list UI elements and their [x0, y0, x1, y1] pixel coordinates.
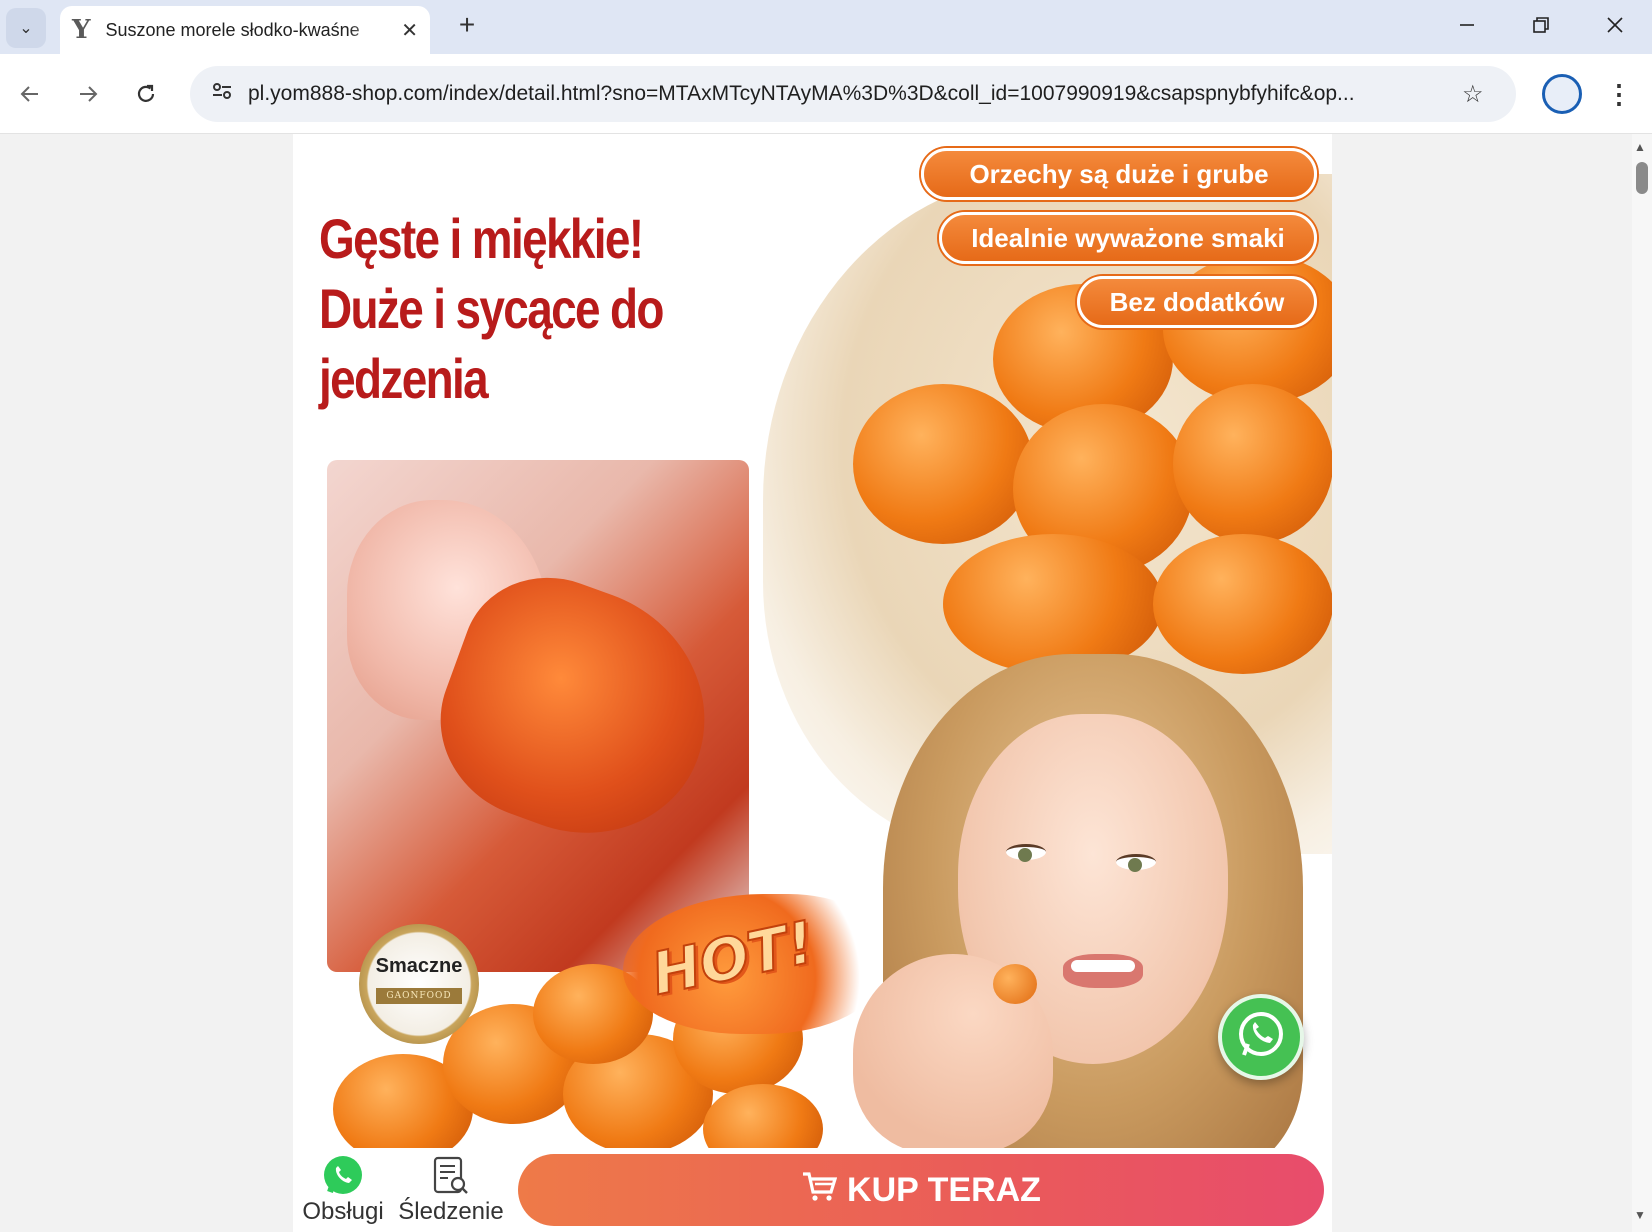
- apricot: [1173, 384, 1332, 544]
- product-banner: Gęste i miękkie! Duże i sycące do jedzen…: [293, 134, 1332, 1148]
- order-tracking-icon: [431, 1154, 471, 1198]
- cart-icon: [801, 1170, 838, 1211]
- headline-line-3: jedzenia: [319, 347, 489, 410]
- arrow-right-icon: [80, 86, 98, 102]
- eye-left: [1006, 844, 1046, 862]
- browser-toolbar: pl.yom888-shop.com/index/detail.html?sno…: [0, 54, 1652, 134]
- tab-title: Suszone morele słodko-kwaśne: [105, 19, 360, 40]
- whatsapp-icon: [1235, 1009, 1287, 1066]
- held-apricot: [993, 964, 1037, 1004]
- apricot: [1153, 534, 1332, 674]
- apricot: [943, 534, 1163, 674]
- teeth-shape: [1071, 960, 1135, 972]
- tab-strip: ⌄ Y Suszone morele słodko-kwaśne ✕ +: [0, 0, 1652, 54]
- buy-now-label: KUP TERAZ: [847, 1170, 1041, 1209]
- minimize-icon: [1460, 24, 1474, 26]
- whatsapp-icon: [321, 1154, 365, 1198]
- badge-ribbon-text: GAONFOOD: [376, 987, 462, 1004]
- whatsapp-float-button[interactable]: [1218, 994, 1304, 1080]
- new-tab-button[interactable]: +: [452, 10, 482, 40]
- site-favicon-icon: Y: [72, 15, 91, 45]
- badge-main-text: Smaczne: [375, 954, 463, 977]
- eye-right: [1116, 854, 1156, 872]
- scroll-thumb[interactable]: [1636, 162, 1648, 194]
- tab-search-button[interactable]: ⌄: [6, 8, 46, 48]
- restore-button[interactable]: [1508, 0, 1574, 50]
- apricot: [703, 1084, 823, 1148]
- page-scrollbar[interactable]: [1632, 134, 1652, 1232]
- active-tab[interactable]: Y Suszone morele słodko-kwaśne ✕: [60, 6, 430, 54]
- forward-button[interactable]: [68, 74, 108, 114]
- feature-pill-3: Bez dodatków: [1077, 276, 1317, 328]
- eating-apricot-photo: [327, 460, 749, 972]
- bookmark-star-icon[interactable]: ☆: [1462, 80, 1484, 109]
- headline-line-1: Gęste i miękkie!: [319, 207, 644, 270]
- restore-icon: [1533, 17, 1549, 33]
- arrow-left-icon: [20, 86, 38, 102]
- page-viewport: Gęste i miękkie! Duże i sycące do jedzen…: [0, 134, 1632, 1232]
- chevron-down-icon: ⌄: [19, 20, 33, 37]
- url-text: pl.yom888-shop.com/index/detail.html?sno…: [248, 82, 1355, 105]
- scroll-down-arrow-icon[interactable]: ▼: [1634, 1208, 1646, 1222]
- minimize-button[interactable]: [1434, 0, 1500, 50]
- bottom-action-bar: Obsługi Śledzenie KUP TERAZ: [293, 1148, 1332, 1232]
- profile-avatar[interactable]: [1542, 74, 1582, 114]
- back-button[interactable]: [10, 74, 50, 114]
- close-window-button[interactable]: [1582, 0, 1648, 50]
- buy-now-button[interactable]: KUP TERAZ: [518, 1154, 1324, 1226]
- apricot: [853, 384, 1033, 544]
- tasty-badge: Smaczne GAONFOOD: [359, 924, 479, 1044]
- support-button[interactable]: Obsługi: [293, 1154, 393, 1230]
- support-label: Obsługi: [302, 1198, 384, 1225]
- headline-line-2: Duże i sycące do: [319, 277, 664, 340]
- feature-pill-1: Orzechy są duże i grube: [921, 148, 1317, 200]
- headline: Gęste i miękkie! Duże i sycące do jedzen…: [319, 204, 664, 414]
- reload-button[interactable]: [126, 74, 166, 114]
- reload-icon: [137, 84, 155, 102]
- scroll-up-arrow-icon[interactable]: ▲: [1634, 140, 1646, 154]
- site-settings-icon[interactable]: [196, 79, 248, 109]
- feature-pill-2: Idealnie wyważone smaki: [939, 212, 1317, 264]
- tab-close-icon[interactable]: ✕: [401, 18, 418, 43]
- close-icon: [1607, 17, 1623, 33]
- tracking-button[interactable]: Śledzenie: [398, 1154, 504, 1230]
- browser-menu-icon[interactable]: ⋮: [1604, 74, 1634, 114]
- address-bar[interactable]: pl.yom888-shop.com/index/detail.html?sno…: [190, 66, 1516, 122]
- tracking-label: Śledzenie: [398, 1198, 504, 1225]
